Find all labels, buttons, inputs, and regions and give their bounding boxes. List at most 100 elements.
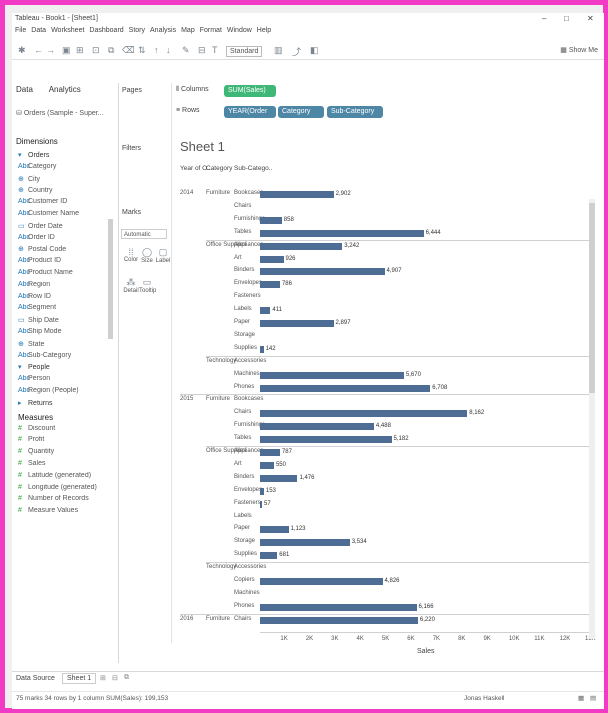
new-story-tab-icon[interactable]: ⧉ bbox=[124, 674, 129, 682]
maximize-button[interactable]: □ bbox=[564, 14, 569, 23]
field-order-id[interactable]: AbcOrder ID bbox=[18, 234, 114, 246]
category-label[interactable]: Technology bbox=[206, 358, 236, 364]
data-pane-scrollbar[interactable] bbox=[108, 219, 113, 339]
mark-label-button[interactable]: ▢ Label bbox=[155, 247, 171, 264]
field-sub-category[interactable]: AbcSub-Category bbox=[18, 352, 114, 364]
tableau-logo-icon[interactable]: ✱ bbox=[18, 45, 26, 56]
mark-color-button[interactable]: ⁞⁞ Color bbox=[123, 247, 139, 263]
category-label[interactable]: Furniture bbox=[206, 396, 230, 402]
bar-tables[interactable] bbox=[260, 436, 392, 444]
menu-item-worksheet[interactable]: Worksheet bbox=[51, 27, 84, 34]
field-city[interactable]: ⊕ City bbox=[18, 175, 114, 187]
bar-copiers[interactable] bbox=[260, 578, 383, 585]
bar-art[interactable] bbox=[260, 255, 284, 263]
header-subcategory[interactable]: Sub-Catego.. bbox=[234, 165, 272, 173]
field-customer-id[interactable]: AbcCustomer ID bbox=[18, 198, 114, 210]
measure-number-of-records[interactable]: # Number of Records bbox=[18, 495, 114, 507]
subcategory-label[interactable]: Envelopes bbox=[234, 487, 262, 493]
redo-icon[interactable]: → bbox=[46, 45, 55, 55]
datasource-item[interactable]: ⛁ Orders (Sample - Super... bbox=[16, 109, 104, 117]
measure-quantity[interactable]: # Quantity bbox=[18, 448, 114, 460]
subcategory-label[interactable]: Tables bbox=[234, 435, 251, 441]
user-name[interactable]: Jonas Haskell bbox=[464, 695, 504, 702]
field-ship-date[interactable]: ▭ Ship Date bbox=[18, 316, 114, 328]
subcategory-label[interactable]: Supplies bbox=[234, 551, 257, 557]
bar-envelopes[interactable] bbox=[260, 281, 280, 289]
field-product-id[interactable]: AbcProduct ID bbox=[18, 257, 114, 269]
subcategory-label[interactable]: Storage bbox=[234, 538, 255, 544]
mark-detail-button[interactable]: ⁂ Detail bbox=[123, 277, 139, 294]
year-label[interactable]: 2014 bbox=[180, 190, 193, 196]
tab-analytics[interactable]: Analytics bbox=[49, 85, 81, 94]
bar-phones[interactable] bbox=[260, 603, 417, 611]
bar-bookcases[interactable] bbox=[260, 191, 334, 198]
subcategory-label[interactable]: Machines bbox=[234, 590, 260, 596]
pill-sum-sales[interactable]: SUM(Sales) bbox=[224, 85, 276, 97]
menu-item-file[interactable]: File bbox=[15, 27, 26, 34]
bar-art[interactable] bbox=[260, 461, 274, 469]
subcategory-label[interactable]: Labels bbox=[234, 306, 252, 312]
measure-discount[interactable]: # Discount bbox=[18, 425, 114, 437]
tab-data[interactable]: Data bbox=[16, 85, 33, 94]
measure-sales[interactable]: # Sales bbox=[18, 460, 114, 472]
field-region[interactable]: AbcRegion bbox=[18, 281, 114, 293]
show-me-button[interactable]: ▦ Show Me bbox=[560, 46, 598, 54]
subcategory-label[interactable]: Bookcases bbox=[234, 396, 263, 402]
subcategory-label[interactable]: Tables bbox=[234, 229, 251, 235]
subcategory-label[interactable]: Fasteners bbox=[234, 500, 261, 506]
menu-item-data[interactable]: Data bbox=[31, 27, 46, 34]
highlight-icon[interactable]: ✎ bbox=[182, 45, 190, 56]
swap-icon[interactable]: ⇅ bbox=[138, 45, 146, 56]
menu-item-story[interactable]: Story bbox=[129, 27, 145, 34]
field-customer-name[interactable]: AbcCustomer Name bbox=[18, 210, 114, 222]
minimize-button[interactable]: – bbox=[542, 14, 546, 23]
category-label[interactable]: Furniture bbox=[206, 190, 230, 196]
bar-machines[interactable] bbox=[260, 371, 404, 379]
duplicate-icon[interactable]: ⧉ bbox=[108, 45, 114, 56]
filters-card[interactable]: Filters bbox=[119, 145, 169, 152]
bar-tables[interactable] bbox=[260, 229, 424, 237]
field-order-date[interactable]: ▭ Order Date bbox=[18, 222, 114, 234]
bar-phones[interactable] bbox=[260, 384, 431, 392]
subcategory-label[interactable]: Envelopes bbox=[234, 280, 262, 286]
clear-icon[interactable]: ⌫ bbox=[122, 45, 135, 56]
bar-furnishings[interactable] bbox=[260, 423, 374, 431]
subcategory-label[interactable]: Paper bbox=[234, 525, 250, 531]
bar-storage[interactable] bbox=[260, 539, 350, 547]
menu-item-map[interactable]: Map bbox=[181, 27, 195, 34]
bar-binders[interactable] bbox=[260, 268, 385, 276]
mark-type-select[interactable]: Automatic bbox=[121, 229, 167, 239]
subcategory-label[interactable]: Labels bbox=[234, 513, 252, 519]
year-label[interactable]: 2015 bbox=[180, 396, 193, 402]
menu-item-analysis[interactable]: Analysis bbox=[150, 27, 176, 34]
bar-chairs[interactable] bbox=[260, 410, 468, 418]
sort-asc-icon[interactable]: ↑ bbox=[154, 45, 159, 55]
field-region-people-[interactable]: AbcRegion (People) bbox=[18, 387, 114, 399]
pill-sub-category[interactable]: Sub-Category bbox=[327, 106, 383, 118]
subcategory-label[interactable]: Art bbox=[234, 255, 242, 261]
new-dashboard-tab-icon[interactable]: ⊟ bbox=[112, 674, 118, 682]
bar-appliances[interactable] bbox=[260, 242, 343, 250]
subcategory-label[interactable]: Bookcases bbox=[234, 190, 263, 196]
tab-sheet1[interactable]: Sheet 1 bbox=[62, 673, 97, 684]
bar-appliances[interactable] bbox=[260, 449, 280, 456]
sort-desc-icon[interactable]: ↓ bbox=[166, 45, 171, 55]
field-segment[interactable]: AbcSegment bbox=[18, 304, 114, 316]
close-button[interactable]: ✕ bbox=[587, 14, 594, 23]
subcategory-label[interactable]: Machines bbox=[234, 371, 260, 377]
category-label[interactable]: Furniture bbox=[206, 616, 230, 622]
new-sheet-tab-icon[interactable]: ⊞ bbox=[100, 674, 106, 682]
tab-data-source[interactable]: Data Source bbox=[16, 675, 55, 682]
field-orders[interactable]: ▾ Orders bbox=[18, 151, 114, 163]
subcategory-label[interactable]: Chairs bbox=[234, 409, 251, 415]
view-scrollbar-thumb[interactable] bbox=[589, 203, 595, 393]
field-product-name[interactable]: AbcProduct Name bbox=[18, 269, 114, 281]
menu-item-window[interactable]: Window bbox=[227, 27, 252, 34]
subcategory-label[interactable]: Accessories bbox=[234, 564, 266, 570]
subcategory-label[interactable]: Chairs bbox=[234, 203, 251, 209]
bar-paper[interactable] bbox=[260, 526, 289, 534]
subcategory-label[interactable]: Phones bbox=[234, 384, 254, 390]
mark-tooltip-button[interactable]: ▭ Tooltip bbox=[139, 277, 156, 294]
list-view-icon[interactable]: ▤ bbox=[590, 694, 596, 702]
field-category[interactable]: AbcCategory bbox=[18, 163, 114, 175]
